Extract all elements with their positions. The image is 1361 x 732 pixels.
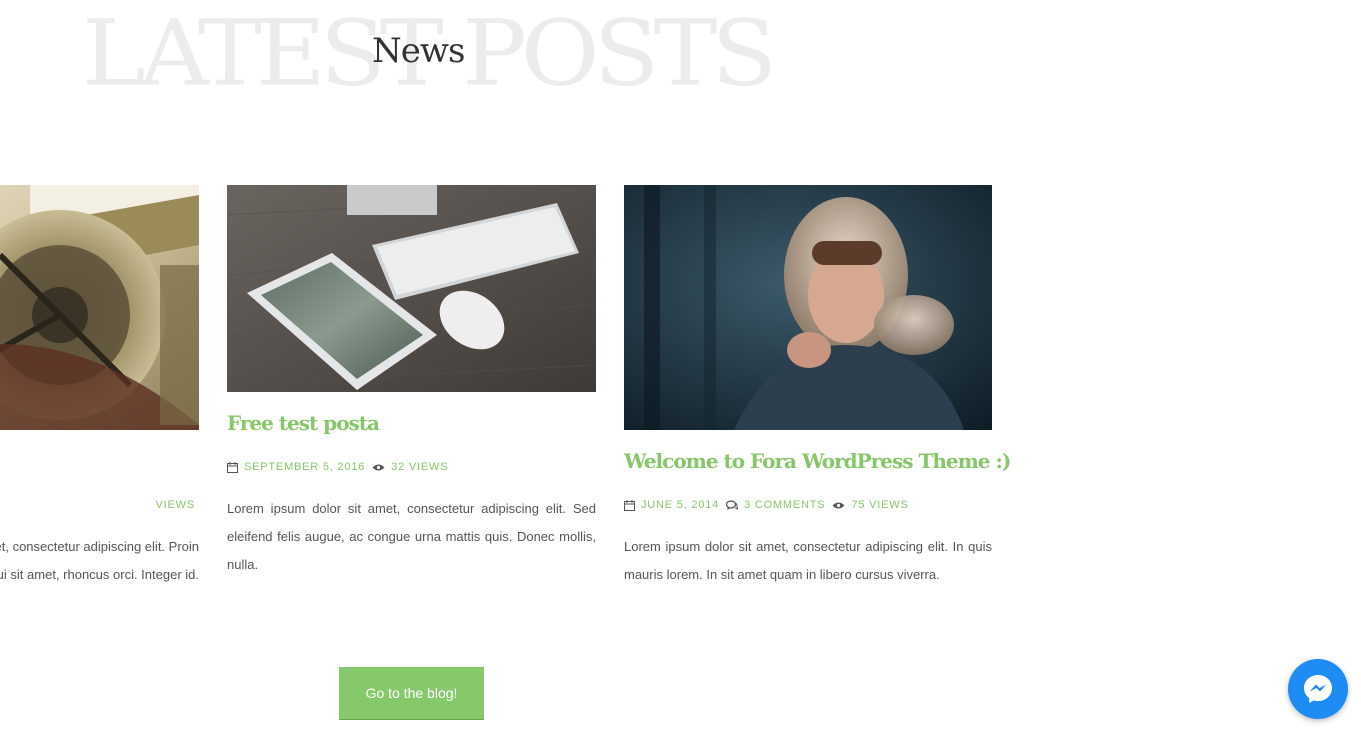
desk-image <box>227 185 596 392</box>
post-excerpt: Lorem ipsum dolor sit amet, consectetur … <box>624 539 992 582</box>
section-title: News <box>372 31 465 71</box>
messenger-icon <box>1304 675 1332 703</box>
post-title[interactable]: Welcome to Fora WordPress Theme :) <box>624 449 1011 473</box>
post-thumbnail-airplane[interactable] <box>0 185 199 430</box>
woman-image <box>624 185 992 430</box>
post-title[interactable]: Free test posta <box>227 411 380 435</box>
post-date[interactable]: SEPTEMBER 5, 2016 <box>244 461 365 473</box>
views-label: 75 VIEWS <box>851 499 909 511</box>
post-date[interactable]: JUNE 5, 2014 <box>641 499 719 511</box>
calendar-icon <box>624 499 635 511</box>
post-meta: JUNE 5, 2014 3 COMMENTS 75 VIEWS <box>624 499 916 511</box>
post-excerpt: Lorem ipsum dolor sit amet, consectetur … <box>0 539 199 582</box>
messenger-chat-button[interactable] <box>1288 659 1348 719</box>
views-label[interactable]: VIEWS <box>156 499 195 511</box>
post-card: Free test posta SEPTEMBER 5, 2016 32 VIE… <box>227 185 596 572</box>
news-section: LATEST POSTS News VIEWS t, consectetur a… <box>0 0 1361 732</box>
comments-icon <box>726 499 739 510</box>
post-meta: SEPTEMBER 5, 2016 32 VIEWS <box>227 461 455 473</box>
post-card: VIEWS Lorem ipsum dolor sit amet, consec… <box>0 185 199 582</box>
post-thumbnail-woman[interactable] <box>624 185 992 430</box>
post-thumbnail-desk[interactable] <box>227 185 596 392</box>
eye-icon <box>832 502 845 508</box>
airplane-image <box>0 185 199 430</box>
comments-link[interactable]: 3 COMMENTS <box>744 499 825 511</box>
go-to-blog-button[interactable]: Go to the blog! <box>339 667 484 720</box>
post-excerpt: Lorem ipsum dolor sit amet, consectetur … <box>227 501 596 572</box>
post-card: Welcome to Fora WordPress Theme :) JUNE … <box>624 185 1011 582</box>
post-meta: VIEWS <box>0 499 199 511</box>
eye-icon <box>372 464 385 470</box>
views-label: 32 VIEWS <box>391 461 449 473</box>
calendar-icon <box>227 461 238 473</box>
